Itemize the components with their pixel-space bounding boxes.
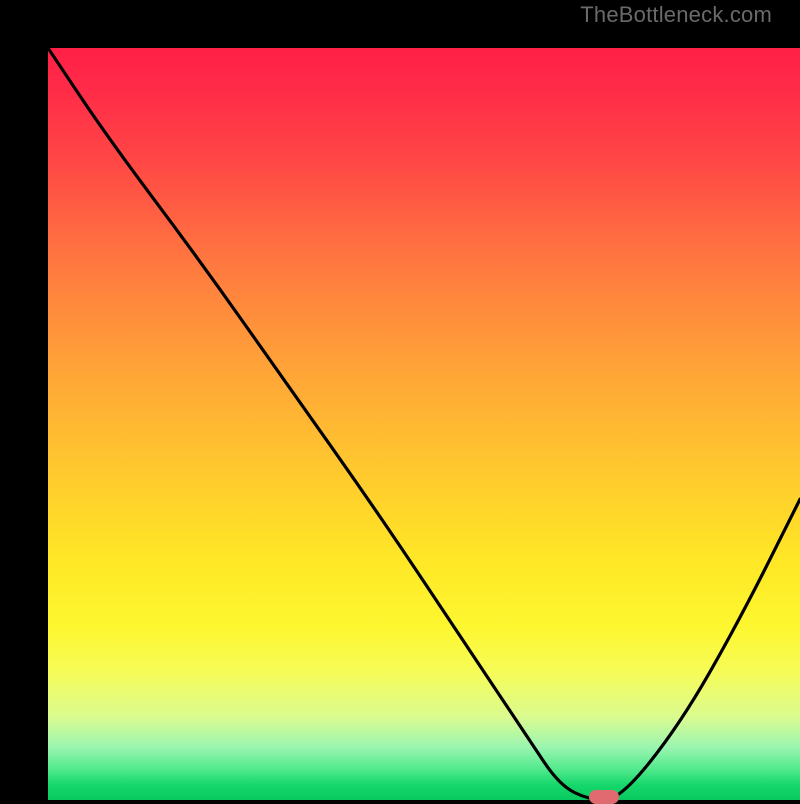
chart-frame bbox=[0, 0, 800, 800]
plot-area bbox=[48, 48, 800, 800]
watermark-text: TheBottleneck.com bbox=[580, 2, 772, 28]
optimal-marker bbox=[589, 790, 619, 804]
bottleneck-curve bbox=[48, 48, 800, 800]
